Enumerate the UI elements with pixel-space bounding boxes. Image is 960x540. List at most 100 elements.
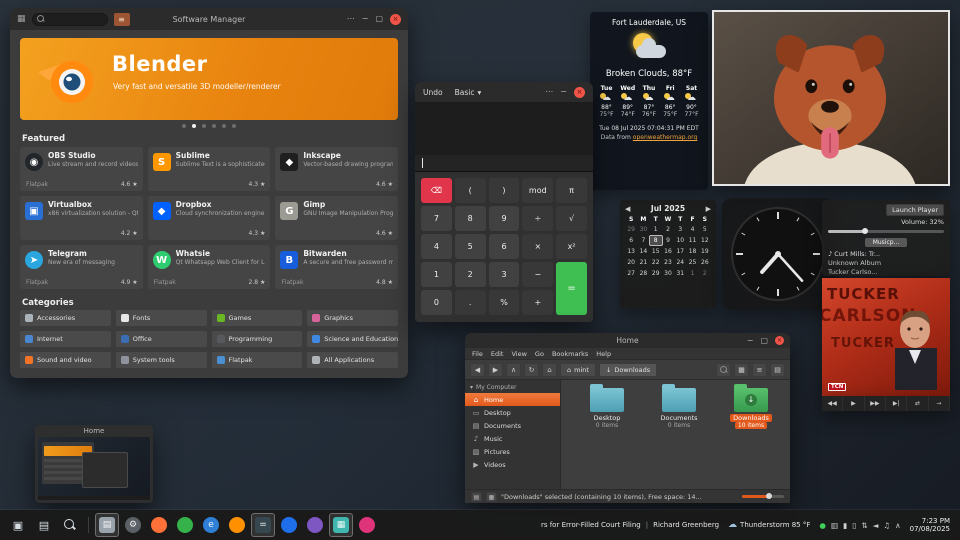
- calendar-day[interactable]: 5: [699, 225, 711, 234]
- calendar-day[interactable]: 19: [699, 247, 711, 256]
- music-tray-icon[interactable]: ♫: [883, 521, 890, 530]
- calc-key--[interactable]: ÷: [522, 206, 553, 231]
- calendar-day[interactable]: 3: [674, 225, 686, 234]
- featured-app-bitwarden[interactable]: BBitwardenA secure and free password m..…: [275, 245, 398, 289]
- forward-button[interactable]: ▶: [488, 363, 503, 377]
- calendar-day[interactable]: 7: [637, 236, 649, 245]
- featured-banner[interactable]: Blender Very fast and versatile 3D model…: [20, 38, 398, 120]
- toggle-places-icon[interactable]: ▤: [471, 492, 482, 502]
- zoom-slider-knob[interactable]: [766, 493, 772, 499]
- calendar-day[interactable]: 12: [699, 236, 711, 245]
- calendar-day[interactable]: 15: [650, 247, 662, 256]
- calendar-day[interactable]: 22: [650, 258, 662, 267]
- calendar-day[interactable]: 24: [674, 258, 686, 267]
- taskbar-purple-app-icon[interactable]: [303, 513, 327, 537]
- calc-key-1[interactable]: 1: [421, 262, 452, 287]
- taskbar-green-app-icon[interactable]: [173, 513, 197, 537]
- category-system-tools[interactable]: System tools: [116, 352, 207, 368]
- featured-app-inkscape[interactable]: ◆InkscapeVector-based drawing program4.6…: [275, 147, 398, 191]
- taskbar-weather[interactable]: ☁ Thunderstorm 85 °F: [728, 520, 810, 530]
- file-item-downloads[interactable]: ↓Downloads10 items: [719, 388, 783, 429]
- maximize-button[interactable]: ▢: [375, 15, 383, 23]
- calendar-day[interactable]: 26: [699, 258, 711, 267]
- calc-key--[interactable]: =: [556, 262, 587, 315]
- up-button[interactable]: ∧: [506, 363, 521, 377]
- file-item-desktop[interactable]: Desktop0 items: [575, 388, 639, 429]
- calc-key--[interactable]: (: [455, 178, 486, 203]
- carousel-dot[interactable]: [192, 124, 196, 128]
- calc-key-2[interactable]: 2: [455, 262, 486, 287]
- category-games[interactable]: Games: [212, 310, 303, 326]
- calc-key--[interactable]: √: [556, 206, 587, 231]
- close-button[interactable]: ×: [775, 336, 784, 345]
- calc-key--[interactable]: %: [489, 290, 520, 315]
- taskbar-calculator-icon[interactable]: =: [251, 513, 275, 537]
- preview-titlebar[interactable]: Home: [35, 425, 153, 437]
- category-graphics[interactable]: Graphics: [307, 310, 398, 326]
- media-poster[interactable]: TUCKER CARLSON TUCKER TCN: [822, 278, 950, 396]
- mode-selector[interactable]: Basic ▾: [455, 88, 482, 97]
- calendar-day[interactable]: 31: [674, 269, 686, 278]
- battery-icon[interactable]: ▮: [843, 521, 847, 530]
- calendar-day[interactable]: 30: [662, 269, 674, 278]
- calendar-day[interactable]: 23: [662, 258, 674, 267]
- calendar-day[interactable]: 16: [662, 247, 674, 256]
- menu-file[interactable]: File: [472, 350, 483, 358]
- home-button[interactable]: ⌂: [542, 363, 557, 377]
- calendar-day[interactable]: 29: [625, 225, 637, 234]
- category-accessories[interactable]: Accessories: [20, 310, 111, 326]
- minimize-button[interactable]: −: [747, 337, 754, 345]
- launch-player-button[interactable]: Launch Player: [886, 204, 944, 216]
- player-control-2[interactable]: ▶▶: [865, 396, 886, 411]
- calc-key-8[interactable]: 8: [455, 206, 486, 231]
- calendar-day[interactable]: 18: [686, 247, 698, 256]
- category-flatpak[interactable]: Flatpak: [212, 352, 303, 368]
- taskbar-firefox-icon[interactable]: [147, 513, 171, 537]
- caret-up-icon[interactable]: ∧: [895, 521, 901, 530]
- menu-view[interactable]: View: [511, 350, 526, 358]
- software-manager-titlebar[interactable]: ▦ ≡ Software Manager ⋯ − ▢ ×: [10, 8, 408, 30]
- zoom-slider[interactable]: [742, 495, 784, 498]
- calc-key-3[interactable]: 3: [489, 262, 520, 287]
- calc-key--[interactable]: π: [556, 178, 587, 203]
- taskbar-orange-app-icon[interactable]: [225, 513, 249, 537]
- calendar-day[interactable]: 29: [650, 269, 662, 278]
- taskbar-software-manager-icon[interactable]: ▦: [329, 513, 353, 537]
- carousel-dot[interactable]: [202, 124, 206, 128]
- more-options-button[interactable]: ⋯: [545, 88, 553, 96]
- menu-button[interactable]: ▣: [6, 513, 30, 537]
- menu-help[interactable]: Help: [596, 350, 611, 358]
- calendar-day[interactable]: 2: [662, 225, 674, 234]
- weather-source-link[interactable]: openweathermap.org: [633, 134, 698, 141]
- calculator-titlebar[interactable]: Undo Basic ▾ ⋯ − ×: [415, 82, 593, 102]
- category-office[interactable]: Office: [116, 331, 207, 347]
- file-manager-titlebar[interactable]: Home − ▢ ×: [465, 333, 790, 348]
- window-preview[interactable]: Home: [35, 425, 153, 503]
- calendar-day[interactable]: 13: [625, 247, 637, 256]
- calendar-prev-button[interactable]: ◀: [625, 205, 630, 213]
- featured-app-virtualbox[interactable]: ▣Virtualboxx86 virtualization solution -…: [20, 196, 143, 240]
- sidebar-item-documents[interactable]: ▤Documents: [465, 419, 560, 432]
- hamburger-menu-button[interactable]: ≡: [114, 13, 130, 26]
- file-list-area[interactable]: Desktop0 itemsDocuments0 items↓Downloads…: [561, 380, 790, 489]
- calendar-day[interactable]: 11: [686, 236, 698, 245]
- status-green-icon[interactable]: ●: [819, 521, 826, 530]
- calendar-day[interactable]: 9: [662, 236, 674, 245]
- search-button[interactable]: [716, 363, 731, 377]
- sidebar-item-desktop[interactable]: ▭Desktop: [465, 406, 560, 419]
- minimize-button[interactable]: −: [560, 88, 567, 96]
- calendar-day[interactable]: 28: [637, 269, 649, 278]
- menu-go[interactable]: Go: [535, 350, 544, 358]
- sidebar-item-home[interactable]: ⌂Home: [465, 393, 560, 406]
- player-control-0[interactable]: ◀◀: [822, 396, 843, 411]
- calendar-day[interactable]: 17: [674, 247, 686, 256]
- calendar-today[interactable]: 8: [650, 236, 662, 245]
- player-control-5[interactable]: →: [929, 396, 950, 411]
- sidebar-item-pictures[interactable]: ▨Pictures: [465, 445, 560, 458]
- taskbar-blue-app-icon[interactable]: [277, 513, 301, 537]
- sidebar-item-music[interactable]: ♪Music: [465, 432, 560, 445]
- back-button[interactable]: ◀: [470, 363, 485, 377]
- breadcrumb-home[interactable]: ⌂ mint: [560, 363, 596, 377]
- taskbar-edge-icon[interactable]: e: [199, 513, 223, 537]
- featured-app-whatsie[interactable]: WWhatsieQt Whatsapp Web Client for Li...…: [148, 245, 271, 289]
